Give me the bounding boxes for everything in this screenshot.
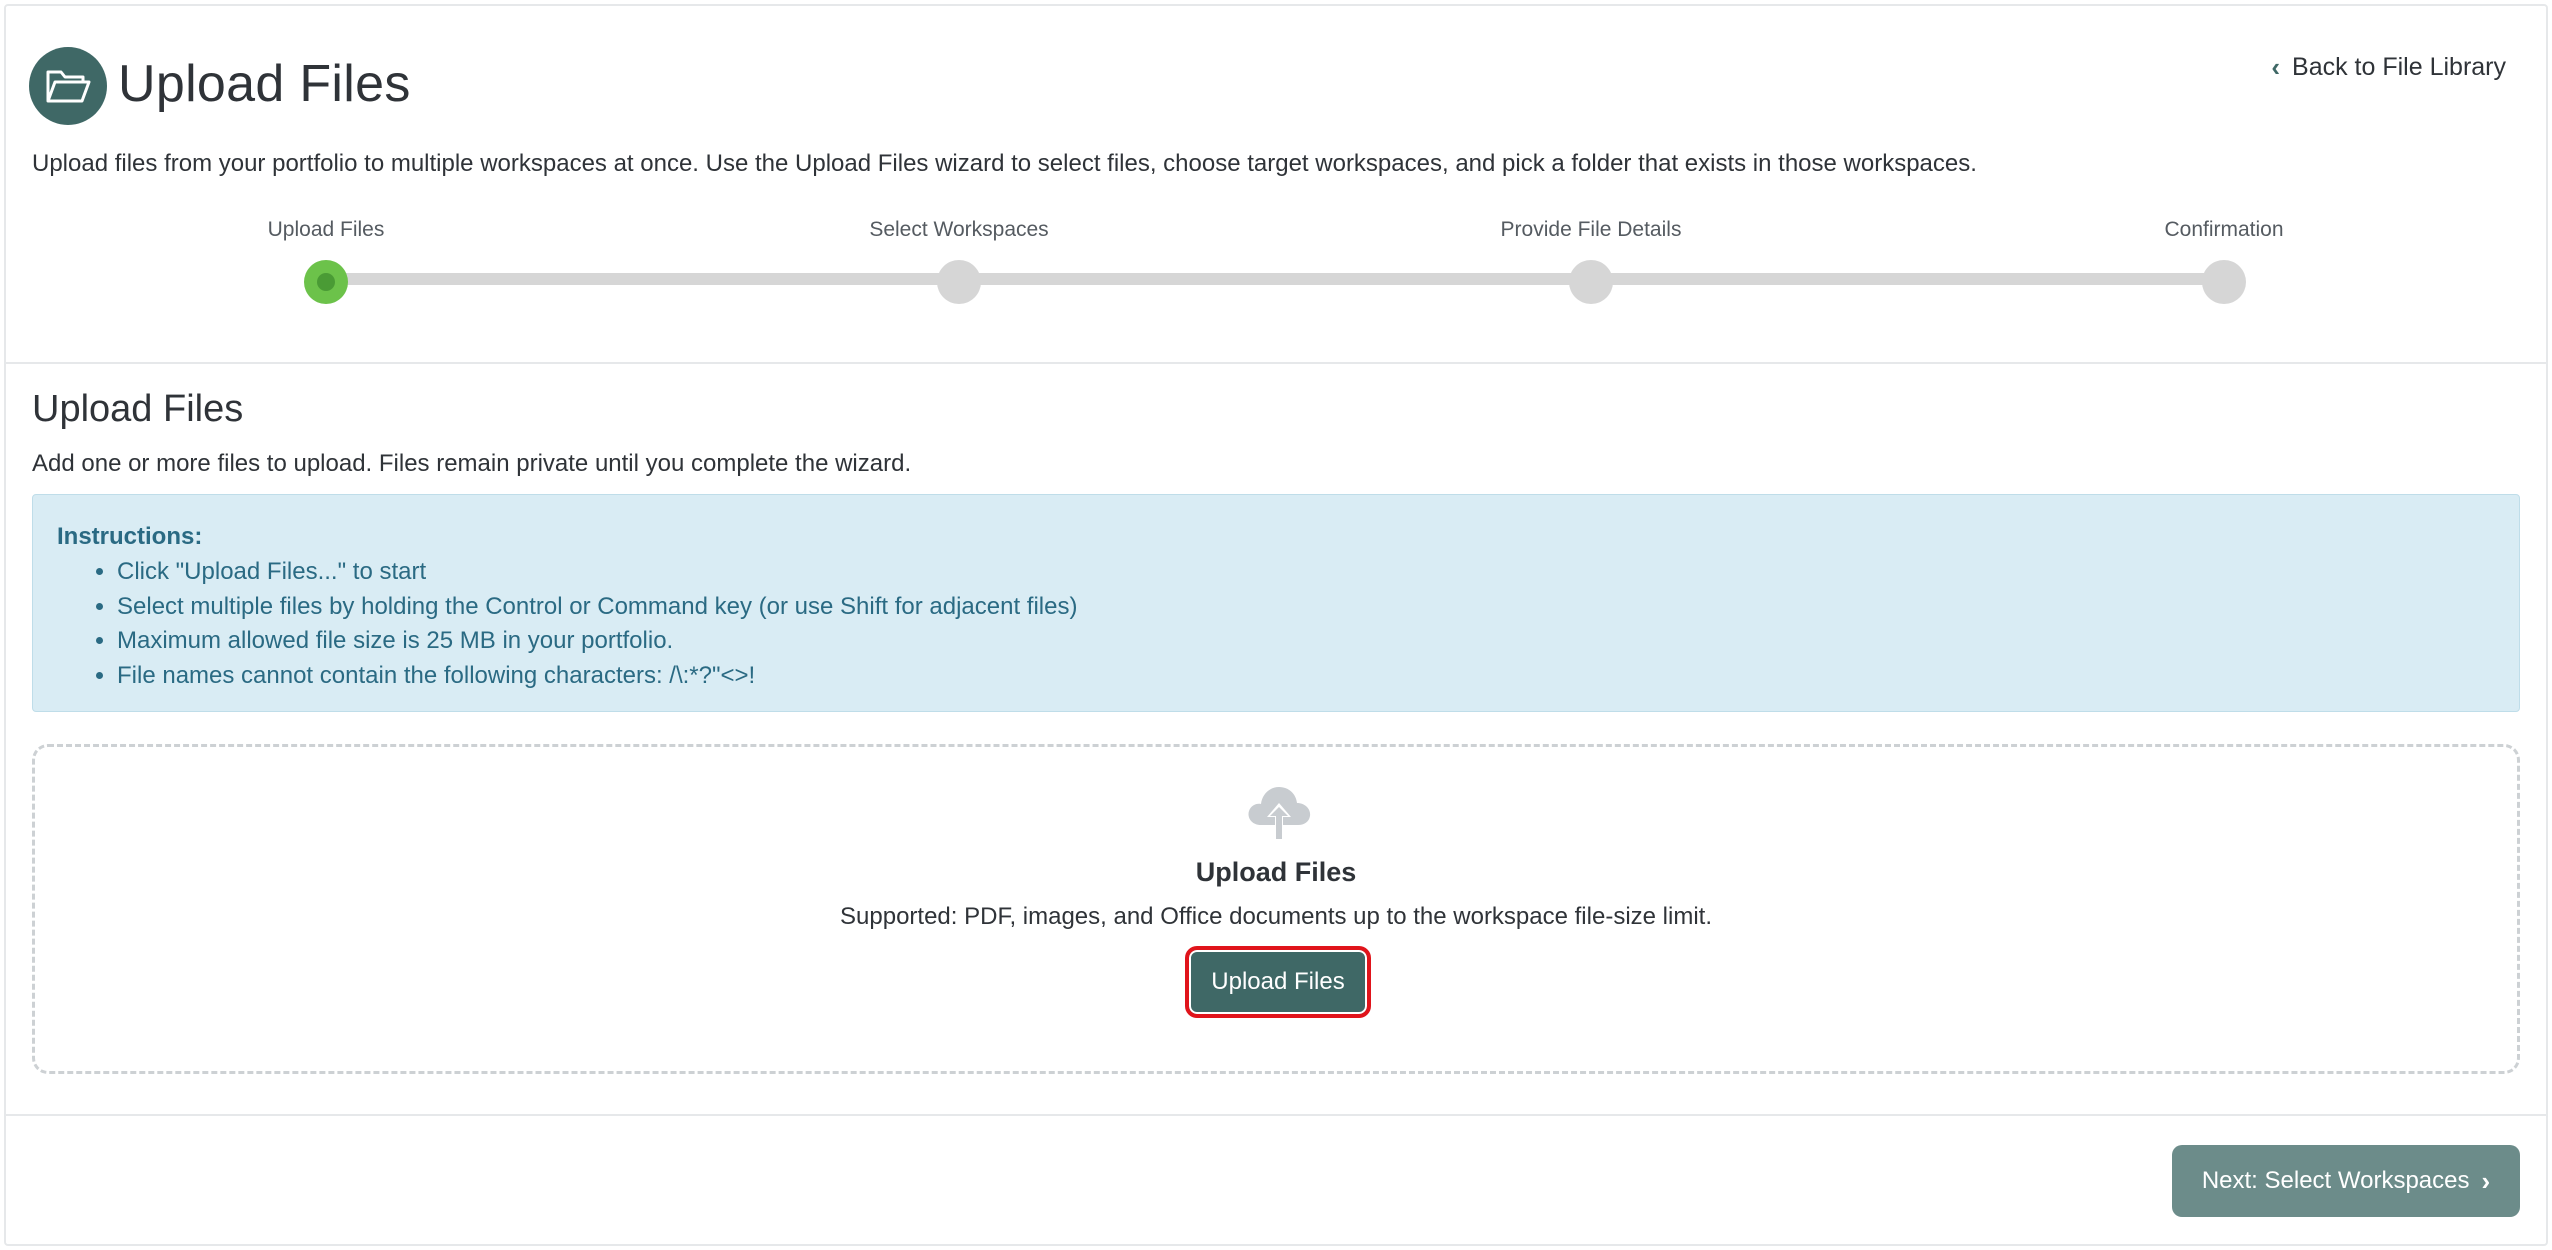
- instruction-item: Click "Upload Files..." to start: [117, 555, 1077, 590]
- step-dot-select-workspaces: [937, 260, 981, 304]
- page-title: Upload Files: [118, 55, 411, 113]
- footer-divider: [4, 1114, 2548, 1116]
- dropzone-subtitle: Supported: PDF, images, and Office docum…: [840, 903, 1712, 930]
- wizard-stepper: Upload Files Select Workspaces Provide F…: [0, 210, 2544, 310]
- stepper-track: [326, 273, 2224, 285]
- page-intro: Upload files from your portfolio to mult…: [32, 150, 1977, 177]
- back-to-library-link[interactable]: ‹ Back to File Library: [2271, 52, 2506, 83]
- step-label-select-workspaces: Select Workspaces: [869, 218, 1049, 241]
- chevron-right-icon: ›: [2481, 1165, 2491, 1196]
- back-link-label: Back to File Library: [2292, 53, 2506, 81]
- folder-open-icon: [29, 47, 107, 125]
- next-select-workspaces-button[interactable]: Next: Select Workspaces ›: [2172, 1145, 2520, 1217]
- instructions-title: Instructions:: [57, 523, 203, 550]
- section-title: Upload Files: [32, 388, 244, 430]
- step-dot-upload-files: [304, 260, 348, 304]
- chevron-left-icon: ‹: [2271, 52, 2281, 82]
- dropzone-title: Upload Files: [1195, 857, 1357, 887]
- step-label-file-details: Provide File Details: [1500, 218, 1682, 241]
- cloud-upload-icon: [1248, 787, 1311, 841]
- step-label-upload-files: Upload Files: [267, 218, 385, 241]
- instructions-list: Click "Upload Files..." to start Select …: [117, 555, 1077, 693]
- step-dot-file-details: [1569, 260, 1613, 304]
- instruction-item: Maximum allowed file size is 25 MB in yo…: [117, 624, 1077, 659]
- instructions-box: Instructions: Click "Upload Files..." to…: [32, 494, 2520, 712]
- header-divider: [4, 362, 2548, 364]
- upload-files-button[interactable]: Upload Files: [1185, 946, 1371, 1018]
- instruction-item: Select multiple files by holding the Con…: [117, 590, 1077, 625]
- file-dropzone[interactable]: Upload Files Supported: PDF, images, and…: [32, 744, 2520, 1074]
- step-dot-confirmation: [2202, 260, 2246, 304]
- section-description: Add one or more files to upload. Files r…: [32, 450, 912, 477]
- next-button-label: Next: Select Workspaces: [2201, 1167, 2470, 1194]
- step-label-confirmation: Confirmation: [2164, 218, 2284, 241]
- instruction-item: File names cannot contain the following …: [117, 659, 1077, 694]
